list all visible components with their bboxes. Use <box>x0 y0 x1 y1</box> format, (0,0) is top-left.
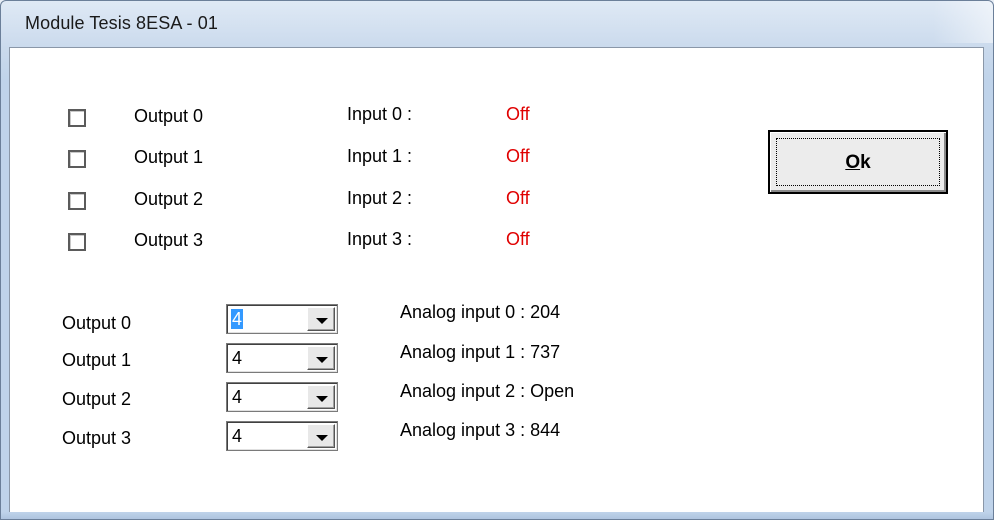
combo-value[interactable]: 4 <box>231 426 243 446</box>
analog-output-2-select[interactable]: 4 <box>226 382 338 412</box>
checkbox-output-2[interactable] <box>68 192 86 210</box>
window-title: Module Tesis 8ESA - 01 <box>25 13 218 33</box>
digital-input-state: Off <box>506 146 530 166</box>
analog-input-readout: Analog input 2 : Open <box>400 381 575 401</box>
analog-output-0-select[interactable]: 4 <box>226 304 338 334</box>
analog-input-readout: Analog input 3 : 844 <box>400 420 561 440</box>
analog-input-readout: Analog input 1 : 737 <box>400 342 561 362</box>
digital-input-label: Input 3 : <box>347 229 413 249</box>
checkbox-output-0[interactable] <box>68 109 86 127</box>
title-bar-glow <box>933 1 993 43</box>
digital-output-label: Output 0 <box>134 106 204 126</box>
dialog-client-area: Output 0 Input 0 : Off Output 1 Input 1 … <box>9 47 984 514</box>
digital-input-label: Input 0 : <box>347 104 413 124</box>
combo-value[interactable]: 4 <box>231 387 243 407</box>
digital-output-label: Output 3 <box>134 230 204 250</box>
checkbox-output-3[interactable] <box>68 233 86 251</box>
digital-output-label: Output 2 <box>134 189 204 209</box>
digital-input-state: Off <box>506 188 530 208</box>
window-bottom-frame <box>1 512 993 519</box>
digital-input-state: Off <box>506 229 530 249</box>
analog-output-label: Output 2 <box>62 389 132 409</box>
dropdown-button[interactable] <box>307 346 335 370</box>
digital-input-label: Input 1 : <box>347 146 413 166</box>
title-bar[interactable]: Module Tesis 8ESA - 01 <box>1 1 993 43</box>
dialog-window: Module Tesis 8ESA - 01 Output 0 Input 0 … <box>0 0 994 520</box>
digital-input-label: Input 2 : <box>347 188 413 208</box>
dropdown-button[interactable] <box>307 385 335 409</box>
ok-button-label: Ok <box>845 152 871 173</box>
chevron-down-icon <box>316 396 328 402</box>
chevron-down-icon <box>316 435 328 441</box>
ok-button[interactable]: Ok <box>768 130 948 194</box>
analog-output-3-select[interactable]: 4 <box>226 421 338 451</box>
chevron-down-icon <box>316 318 328 324</box>
analog-output-label: Output 3 <box>62 428 132 448</box>
combo-value[interactable]: 4 <box>231 309 244 329</box>
analog-output-label: Output 1 <box>62 350 132 370</box>
chevron-down-icon <box>316 357 328 363</box>
analog-output-label: Output 0 <box>62 313 132 333</box>
analog-input-readout: Analog input 0 : 204 <box>400 302 561 322</box>
combo-value[interactable]: 4 <box>231 348 243 368</box>
analog-output-1-select[interactable]: 4 <box>226 343 338 373</box>
dropdown-button[interactable] <box>307 424 335 448</box>
digital-output-label: Output 1 <box>134 147 204 167</box>
checkbox-output-1[interactable] <box>68 150 86 168</box>
digital-input-state: Off <box>506 104 530 124</box>
dropdown-button[interactable] <box>307 307 335 331</box>
